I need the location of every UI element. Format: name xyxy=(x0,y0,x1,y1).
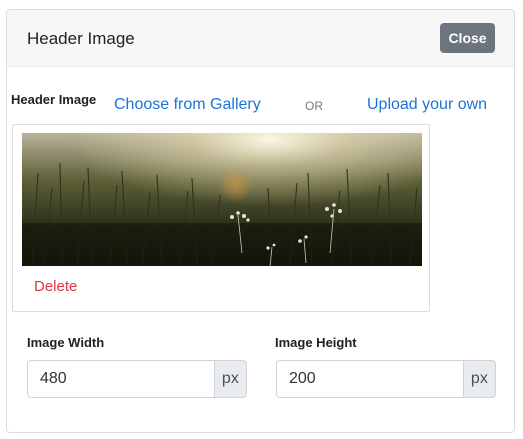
width-unit-addon: px xyxy=(213,360,247,398)
image-height-group: px xyxy=(276,360,496,398)
image-width-label: Image Width xyxy=(27,335,105,350)
panel-title: Header Image xyxy=(27,29,135,48)
close-button[interactable]: Close xyxy=(440,23,495,53)
image-height-input[interactable] xyxy=(276,360,463,398)
panel-header: Header Image Close xyxy=(7,10,514,67)
header-image-label: Header Image xyxy=(11,92,97,107)
upload-your-own-link[interactable]: Upload your own xyxy=(367,96,487,114)
image-width-group: px xyxy=(27,360,247,398)
image-preview-box: Delete xyxy=(12,124,430,312)
header-image-preview xyxy=(22,133,422,266)
choose-from-gallery-link[interactable]: Choose from Gallery xyxy=(114,96,261,114)
image-height-label: Image Height xyxy=(275,335,357,350)
header-image-panel: Header Image Close Header Image Choose f… xyxy=(6,9,515,433)
height-unit-addon: px xyxy=(462,360,496,398)
or-separator: OR xyxy=(305,99,323,113)
image-width-input[interactable] xyxy=(27,360,214,398)
delete-image-link[interactable]: Delete xyxy=(34,278,77,295)
